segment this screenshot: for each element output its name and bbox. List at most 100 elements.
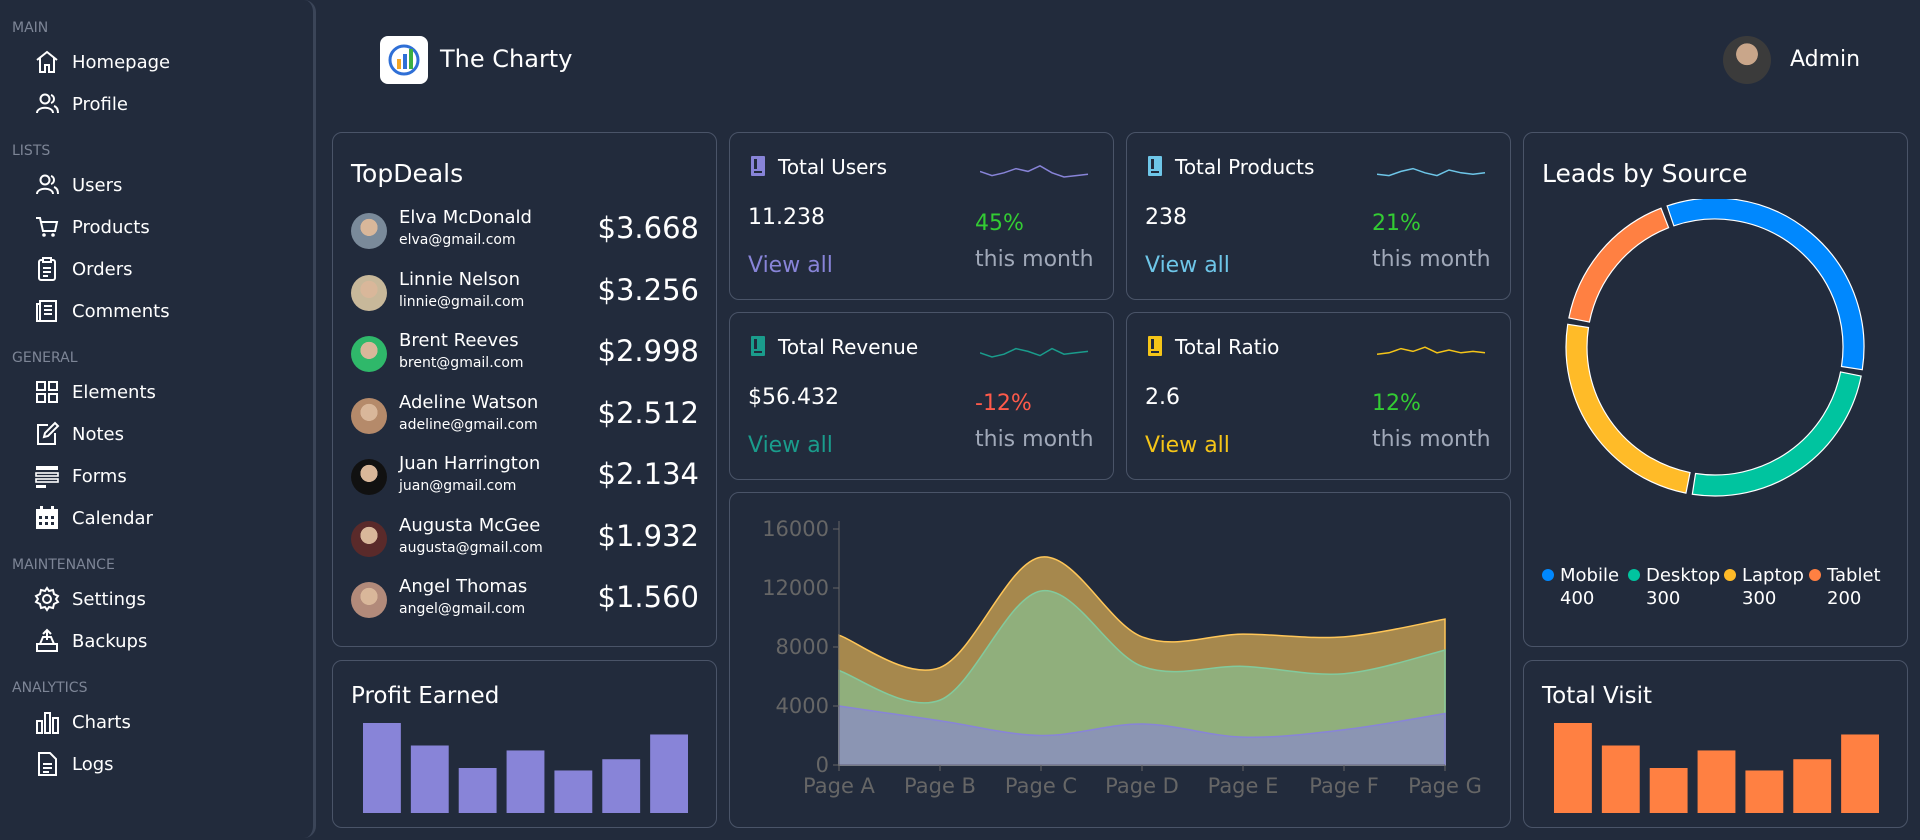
bar [1697, 750, 1736, 813]
legend-dot [1628, 569, 1640, 581]
cart-icon [34, 214, 60, 240]
sidebar-item-users[interactable]: Users [34, 164, 122, 206]
y-tick-label: 12000 [762, 576, 829, 600]
view-all-link[interactable]: View all [748, 433, 833, 458]
bar [1554, 723, 1592, 813]
stat-percent: 45% [975, 211, 1024, 236]
sidebar-section-main: MAIN [12, 20, 49, 36]
deal-row[interactable]: Adeline Watson adeline@gmail.com $2.512 [351, 392, 699, 446]
app-logo[interactable] [380, 36, 428, 84]
leads-panel: Leads by Source Mobile 400 Desktop 300 Lapto… [1523, 132, 1908, 647]
user-avatar[interactable] [1723, 36, 1771, 84]
deal-row[interactable]: Augusta McGee augusta@gmail.com $1.932 [351, 515, 699, 569]
bar [1841, 734, 1879, 813]
bar [506, 750, 545, 813]
deal-email: elva@gmail.com [399, 232, 516, 248]
view-all-link[interactable]: View all [748, 253, 833, 278]
view-all-link[interactable]: View all [1145, 253, 1230, 278]
pie-slice-laptop [1565, 323, 1691, 494]
deal-email: brent@gmail.com [399, 355, 524, 371]
users-icon [34, 172, 60, 198]
deal-avatar [351, 213, 387, 249]
area-chart: 0400080001200016000Page A Page B Page C Pag… [762, 517, 1482, 798]
clipboard-icon [34, 256, 60, 282]
legend-item-mobile: Mobile 400 [1542, 565, 1619, 609]
y-tick-label: 4000 [776, 694, 829, 718]
stat-card-total-revenue: Total Revenue $56.432 View all -12% this mon… [729, 312, 1114, 480]
visit-panel: Total Visit [1523, 660, 1908, 828]
home-icon [34, 49, 60, 75]
view-all-link[interactable]: View all [1145, 433, 1230, 458]
sidebar-item-homepage[interactable]: Homepage [34, 41, 170, 83]
stat-icon [1148, 156, 1162, 176]
grid-icon [34, 379, 60, 405]
deal-row[interactable]: Linnie Nelson linnie@gmail.com $3.256 [351, 269, 699, 323]
bar [1601, 745, 1640, 813]
deal-name: Adeline Watson [399, 391, 539, 413]
deal-row[interactable]: Juan Harrington juan@gmail.com $2.134 [351, 453, 699, 507]
legend-value: 400 [1560, 588, 1595, 609]
sparkline [1377, 346, 1486, 355]
comments-icon [34, 298, 60, 324]
deal-avatar [351, 520, 387, 557]
top-deals-title: TopDeals [351, 159, 464, 188]
stat-icon [751, 156, 765, 176]
sidebar-item-charts[interactable]: Charts [34, 701, 131, 743]
sidebar-item-label: Homepage [72, 51, 171, 73]
sidebar-item-backups[interactable]: Backups [34, 620, 147, 662]
bar [363, 723, 401, 813]
user-name[interactable]: Admin [1790, 47, 1860, 72]
sidebar-item-label: Notes [72, 423, 124, 445]
legend-label: Desktop [1646, 565, 1721, 586]
bar [458, 768, 497, 813]
deal-row[interactable]: Brent Reeves brent@gmail.com $2.998 [351, 330, 699, 384]
deal-row[interactable]: Angel Thomas angel@gmail.com $1.560 [351, 576, 699, 630]
deal-name: Linnie Nelson [399, 268, 520, 290]
sidebar-item-comments[interactable]: Comments [34, 290, 170, 332]
stat-icon [751, 336, 765, 356]
deal-avatar [351, 397, 387, 434]
x-tick-label: Page G [1408, 774, 1482, 798]
y-tick-label: 8000 [776, 635, 829, 659]
app-title: The Charty [440, 45, 573, 73]
stat-percent: -12% [975, 391, 1032, 416]
top-deals-panel: TopDeals Elva McDonald elva@gmail.com $3.6… [332, 132, 717, 647]
deal-name: Juan Harrington [399, 453, 541, 474]
sidebar-item-label: Comments [72, 300, 170, 322]
sidebar-item-settings[interactable]: Settings [34, 578, 146, 620]
sidebar-item-label: Logs [72, 753, 114, 775]
area-chart-panel: 0 4000 8000 12000 16000 Page A Page B Page C Pag… [729, 492, 1511, 828]
legend-value: 300 [1742, 588, 1777, 609]
stat-value: 11.238 [748, 205, 825, 230]
sidebar-item-products[interactable]: Products [34, 206, 150, 248]
deal-email: linnie@gmail.com [399, 293, 525, 310]
legend-value: 300 [1646, 588, 1681, 609]
deal-row[interactable]: Elva McDonald elva@gmail.com $3.668 [351, 207, 699, 261]
legend-label: Mobile [1560, 565, 1620, 586]
sidebar-item-logs[interactable]: Logs [34, 743, 114, 785]
sparkline [1377, 167, 1486, 177]
stat-period: this month [975, 247, 1094, 272]
sidebar-item-notes[interactable]: Notes [34, 413, 124, 455]
sidebar-item-calendar[interactable]: Calendar [34, 497, 153, 539]
x-tick-label: Page C [1005, 774, 1077, 798]
sidebar-item-profile[interactable]: Profile [34, 83, 128, 125]
stat-percent: 21% [1372, 211, 1421, 236]
form-icon [34, 463, 60, 489]
stat-card-total-users: Total Users 11.238 View all 45% this month [729, 132, 1114, 300]
sidebar-item-forms[interactable]: Forms [34, 455, 127, 497]
log-icon [34, 751, 60, 777]
sidebar-item-orders[interactable]: Orders [34, 248, 133, 290]
stat-value: 2.6 [1145, 385, 1180, 410]
stat-card-total-ratio: Total Ratio 2.6 View all 12% this month [1126, 312, 1511, 480]
deal-name: Elva McDonald [399, 207, 532, 228]
legend-label: Laptop [1742, 565, 1804, 586]
sidebar-section-general: GENERAL [12, 350, 78, 366]
stat-title: Total Products [1175, 155, 1315, 179]
chart-logo-icon [388, 44, 420, 76]
sidebar-item-elements[interactable]: Elements [34, 371, 156, 413]
sidebar-item-label: Users [72, 174, 123, 196]
stat-icon [1148, 336, 1162, 356]
sidebar-item-label: Forms [72, 465, 127, 487]
deal-name: Brent Reeves [399, 330, 519, 351]
